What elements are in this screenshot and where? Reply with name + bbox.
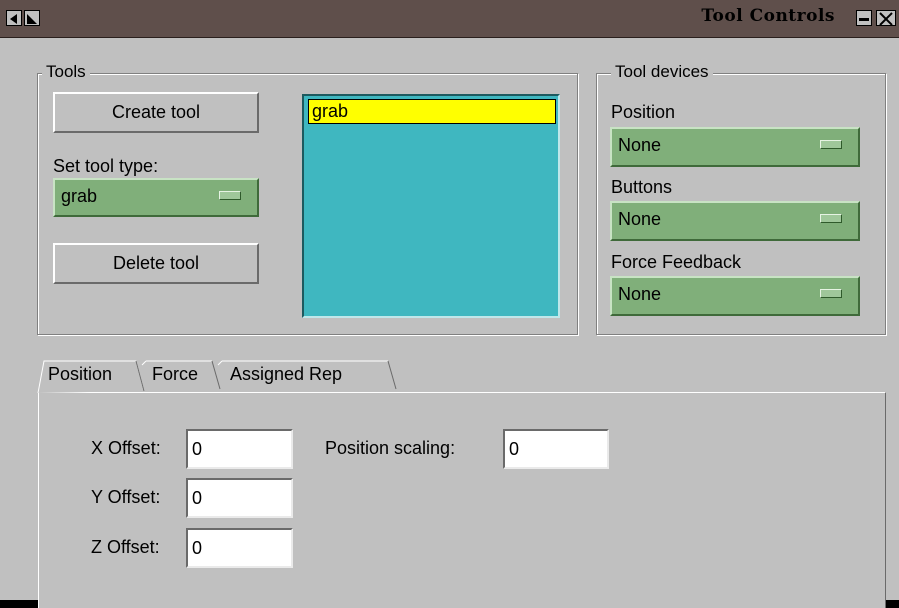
force-feedback-label: Force Feedback: [611, 252, 742, 272]
option-menu-indicator-icon: [820, 289, 842, 298]
y-offset-input[interactable]: [186, 478, 293, 518]
buttons-device-value: None: [618, 209, 662, 229]
delete-tool-button[interactable]: Delete tool: [53, 243, 259, 284]
x-offset-label: X Offset:: [91, 438, 161, 458]
option-menu-indicator-icon: [820, 214, 842, 223]
y-offset-label: Y Offset:: [91, 487, 161, 507]
close-icon: [879, 12, 893, 26]
option-menu-indicator-icon: [820, 140, 842, 149]
option-menu-indicator-icon: [219, 191, 241, 200]
minimize-icon: [859, 18, 869, 21]
tab-panel: [38, 392, 886, 608]
force-feedback-menu[interactable]: None: [610, 276, 860, 316]
window-title: Tool Controls: [701, 6, 835, 26]
z-offset-input[interactable]: [186, 528, 293, 568]
position-scaling-label: Position scaling:: [325, 438, 456, 458]
create-tool-button[interactable]: Create tool: [53, 92, 259, 133]
position-device-value: None: [618, 135, 662, 155]
tab-assigned-rep-label: Assigned Rep: [230, 364, 343, 384]
tab-position-label: Position: [48, 364, 113, 384]
tool-type-menu[interactable]: grab: [53, 178, 259, 217]
tools-group-label: Tools: [42, 62, 90, 82]
tool-devices-group-label: Tool devices: [611, 62, 713, 82]
force-feedback-value: None: [618, 284, 662, 304]
triangle-left-icon: [10, 14, 17, 24]
tool-list[interactable]: grab: [302, 94, 560, 318]
buttons-device-menu[interactable]: None: [610, 201, 860, 241]
tab-position[interactable]: Position: [36, 355, 145, 394]
tab-force-label: Force: [152, 364, 199, 384]
close-button[interactable]: [876, 10, 896, 26]
tool-controls-window: Tool Controls Tools Create tool Set tool…: [0, 0, 899, 608]
buttons-device-label: Buttons: [611, 177, 673, 197]
set-tool-type-label: Set tool type:: [53, 156, 159, 176]
window-menu-button[interactable]: [6, 10, 22, 26]
position-device-label: Position: [611, 102, 676, 122]
x-offset-input[interactable]: [186, 429, 293, 469]
list-item[interactable]: grab: [308, 99, 556, 124]
tab-force[interactable]: Force: [140, 355, 221, 393]
position-scaling-input[interactable]: [503, 429, 609, 469]
triangle-corner-icon: [27, 14, 37, 24]
z-offset-label: Z Offset:: [91, 537, 160, 557]
minimize-button[interactable]: [856, 10, 872, 26]
tool-type-value: grab: [61, 186, 98, 206]
title-bar[interactable]: Tool Controls: [0, 0, 899, 38]
tab-assigned-rep[interactable]: Assigned Rep: [216, 355, 398, 393]
position-device-menu[interactable]: None: [610, 127, 860, 167]
window-shade-button[interactable]: [24, 10, 40, 26]
